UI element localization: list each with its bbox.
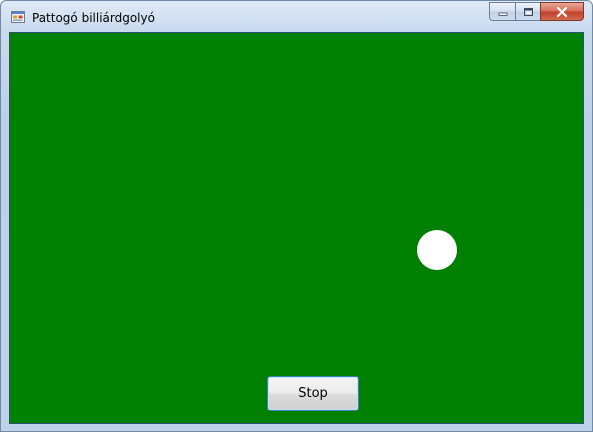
title-bar[interactable]: Pattogó billiárdgolyó — [1, 1, 592, 32]
app-window: Pattogó billiárdgolyó Stop — [0, 0, 593, 432]
caption-buttons — [489, 2, 584, 21]
form-app-icon — [11, 11, 25, 23]
stop-button[interactable]: Stop — [267, 376, 359, 411]
close-button[interactable] — [540, 2, 584, 21]
close-icon — [556, 6, 568, 17]
restore-icon — [523, 7, 533, 16]
billiard-ball — [417, 230, 457, 270]
minimize-button[interactable] — [489, 2, 515, 21]
window-title: Pattogó billiárdgolyó — [32, 11, 155, 25]
maximize-button[interactable] — [515, 2, 540, 21]
billiard-table-canvas: Stop — [9, 32, 584, 424]
minimize-icon — [498, 12, 507, 16]
